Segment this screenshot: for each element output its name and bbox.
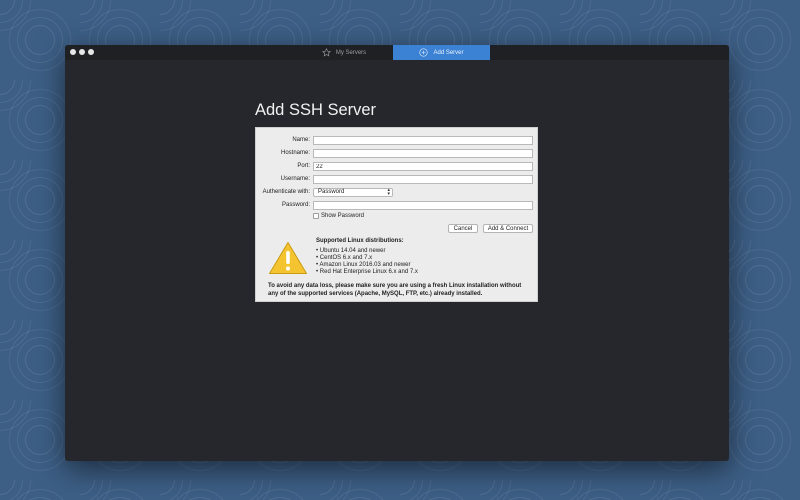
data-loss-warning: To avoid any data loss, please make sure…	[268, 283, 522, 297]
show-password-checkbox[interactable]	[313, 213, 319, 219]
username-label: Username:	[280, 176, 310, 182]
name-field[interactable]	[313, 136, 533, 145]
auth-select[interactable]: Password ▴ ▾	[313, 188, 393, 197]
password-label: Password:	[281, 202, 310, 208]
username-field[interactable]	[313, 175, 533, 184]
tab-add-server[interactable]: Add Server	[393, 45, 490, 60]
ssh-form-panel: Name: Hostname: Port: Username: Authenti…	[255, 127, 538, 302]
title-bar: My Servers Add Server	[65, 45, 729, 60]
list-item: CentOS 6.x and 7.x	[316, 255, 418, 262]
list-item: Ubuntu 14.04 and newer	[316, 248, 418, 255]
star-icon	[321, 48, 331, 57]
show-password-option[interactable]: Show Password	[313, 213, 364, 219]
tab-add-server-label: Add Server	[433, 49, 464, 56]
minimize-window-button[interactable]	[79, 49, 85, 55]
page-title: Add SSH Server	[255, 101, 377, 119]
distributions-list: Ubuntu 14.04 and newer CentOS 6.x and 7.…	[316, 248, 418, 276]
zoom-window-button[interactable]	[88, 49, 94, 55]
list-item: Red Hat Enterprise Linux 6.x and 7.x	[316, 269, 418, 276]
name-row: Name:	[256, 136, 537, 145]
auth-row: Authenticate with: Password ▴ ▾	[256, 188, 537, 197]
hostname-field[interactable]	[313, 149, 533, 158]
port-label: Port:	[297, 163, 310, 169]
name-label: Name:	[292, 137, 310, 143]
distributions-heading: Supported Linux distributions:	[316, 238, 404, 244]
tab-my-servers[interactable]: My Servers	[295, 45, 393, 60]
cancel-button[interactable]: Cancel	[448, 224, 478, 233]
hostname-row: Hostname:	[256, 149, 537, 158]
hostname-label: Hostname:	[280, 150, 310, 156]
warning-icon	[268, 241, 308, 280]
show-password-label: Show Password	[321, 213, 365, 219]
password-field[interactable]	[313, 201, 533, 210]
username-row: Username:	[256, 175, 537, 184]
add-connect-button[interactable]: Add & Connect	[483, 224, 533, 233]
port-row: Port:	[256, 162, 537, 171]
chevron-updown-icon: ▴ ▾	[387, 187, 390, 197]
auth-select-value: Password	[318, 189, 345, 195]
port-field[interactable]	[313, 162, 533, 171]
auth-label: Authenticate with:	[262, 189, 310, 195]
tab-my-servers-label: My Servers	[335, 49, 367, 56]
password-row: Password:	[256, 201, 537, 210]
app-window: My Servers Add Server Add SSH Server Nam…	[65, 45, 729, 461]
list-item: Amazon Linux 2016.03 and newer	[316, 262, 418, 269]
close-window-button[interactable]	[70, 49, 76, 55]
plus-circle-icon	[419, 48, 429, 57]
